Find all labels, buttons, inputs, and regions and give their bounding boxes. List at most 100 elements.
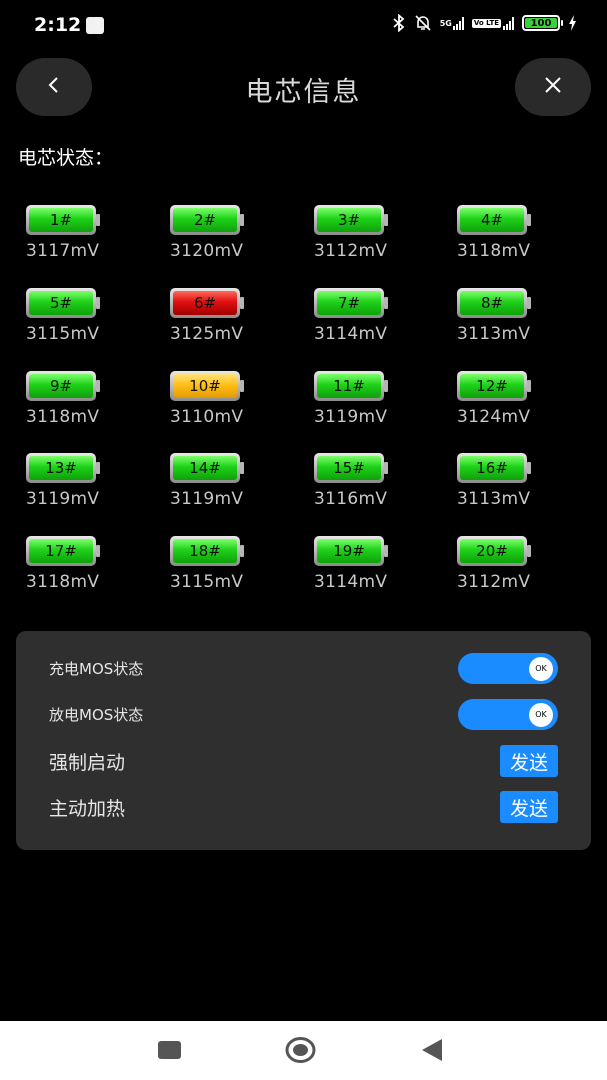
cell-voltage: 3124mV [457,407,531,427]
active-heating-send-button[interactable]: 发送 [500,791,558,823]
close-button[interactable] [515,58,591,116]
cell-battery-icon: 10# [170,371,244,401]
active-heating-row: 主动加热 发送 [49,789,558,825]
cell-voltage: 3118mV [26,407,100,427]
cell-item: 18# 3115mV [170,536,280,606]
cell-item: 16# 3113mV [457,453,567,523]
cell-label: 14# [173,456,237,480]
home-circle-icon[interactable] [285,1036,316,1064]
charge-mos-knob: OK [529,656,553,681]
cell-item: 2# 3120mV [170,205,280,275]
discharge-mos-label: 放电MOS状态 [49,705,144,724]
cell-label: 17# [29,539,93,563]
cell-voltage: 3114mV [314,572,388,592]
cell-battery-icon: 2# [170,205,244,235]
back-triangle-icon[interactable] [421,1038,443,1062]
close-icon [543,75,563,99]
cell-battery-icon: 13# [26,453,100,483]
cell-item: 14# 3119mV [170,453,280,523]
cell-voltage: 3112mV [314,241,388,261]
cell-voltage: 3125mV [170,324,244,344]
cell-voltage: 3112mV [457,572,531,592]
cell-voltage: 3117mV [26,241,100,261]
cell-label: 19# [317,539,381,563]
charge-mos-label: 充电MOS状态 [49,659,144,678]
cell-item: 13# 3119mV [26,453,136,523]
discharge-mos-toggle[interactable]: OK [458,698,558,730]
cell-voltage: 3113mV [457,489,531,509]
screen: 2:12 5G Vo LTE 100 电芯信息 电芯状态： 1# 3117mV … [0,0,607,1080]
mute-icon [414,14,432,32]
battery-icon: 100 [522,15,563,31]
cell-label: 20# [460,539,524,563]
cell-item: 17# 3118mV [26,536,136,606]
cell-item: 8# 3113mV [457,288,567,358]
cell-battery-icon: 16# [457,453,531,483]
bluetooth-icon [392,14,406,32]
status-icons: 5G Vo LTE 100 [392,14,577,32]
cell-label: 5# [29,291,93,315]
cell-battery-icon: 5# [26,288,100,318]
charge-mos-row: 充电MOS状态 OK [49,650,558,686]
cell-battery-icon: 17# [26,536,100,566]
force-start-row: 强制启动 发送 [49,743,558,779]
cell-voltage: 3116mV [314,489,388,509]
force-start-label: 强制启动 [49,751,126,774]
cell-label: 4# [460,208,524,232]
cell-battery-icon: 3# [314,205,388,235]
cell-voltage: 3115mV [26,324,100,344]
active-heating-label: 主动加热 [49,797,126,820]
cell-voltage: 3119mV [26,489,100,509]
cell-item: 19# 3114mV [314,536,424,606]
charging-icon [568,15,577,31]
cell-item: 6# 3125mV [170,288,280,358]
cell-voltage: 3119mV [170,489,244,509]
navigation-bar [0,1021,607,1080]
notification-icon [86,17,104,34]
cell-item: 10# 3110mV [170,371,280,441]
cell-battery-icon: 12# [457,371,531,401]
cell-label: 7# [317,291,381,315]
cell-voltage: 3119mV [314,407,388,427]
cell-item: 4# 3118mV [457,205,567,275]
cell-label: 6# [173,291,237,315]
discharge-mos-knob: OK [529,702,553,727]
force-start-send-button[interactable]: 发送 [500,745,558,777]
cell-battery-icon: 8# [457,288,531,318]
cell-item: 20# 3112mV [457,536,567,606]
cell-label: 13# [29,456,93,480]
cell-battery-icon: 15# [314,453,388,483]
volte-label: Vo LTE [471,18,501,28]
cell-label: 1# [29,208,93,232]
cell-item: 7# 3114mV [314,288,424,358]
cell-voltage: 3115mV [170,572,244,592]
cell-battery-icon: 4# [457,205,531,235]
cell-battery-icon: 11# [314,371,388,401]
status-time: 2:12 [34,14,82,36]
cell-item: 15# 3116mV [314,453,424,523]
cell-item: 12# 3124mV [457,371,567,441]
cell-battery-icon: 14# [170,453,244,483]
cell-battery-icon: 7# [314,288,388,318]
cell-voltage: 3113mV [457,324,531,344]
cell-item: 9# 3118mV [26,371,136,441]
cell-label: 15# [317,456,381,480]
cell-item: 11# 3119mV [314,371,424,441]
cell-item: 1# 3117mV [26,205,136,275]
cell-battery-icon: 1# [26,205,100,235]
cell-label: 12# [460,374,524,398]
signal-icon: 5G [439,16,464,30]
cell-battery-icon: 18# [170,536,244,566]
cell-voltage: 3118mV [26,572,100,592]
cell-voltage: 3110mV [170,407,244,427]
recents-square-icon[interactable] [158,1041,181,1059]
cell-item: 3# 3112mV [314,205,424,275]
cell-battery-icon: 20# [457,536,531,566]
charge-mos-toggle[interactable]: OK [458,652,558,684]
cell-label: 2# [173,208,237,232]
cell-battery-icon: 9# [26,371,100,401]
cell-voltage: 3120mV [170,241,244,261]
battery-level: 100 [525,18,557,29]
network-label: 5G [439,18,452,28]
cell-voltage: 3118mV [457,241,531,261]
